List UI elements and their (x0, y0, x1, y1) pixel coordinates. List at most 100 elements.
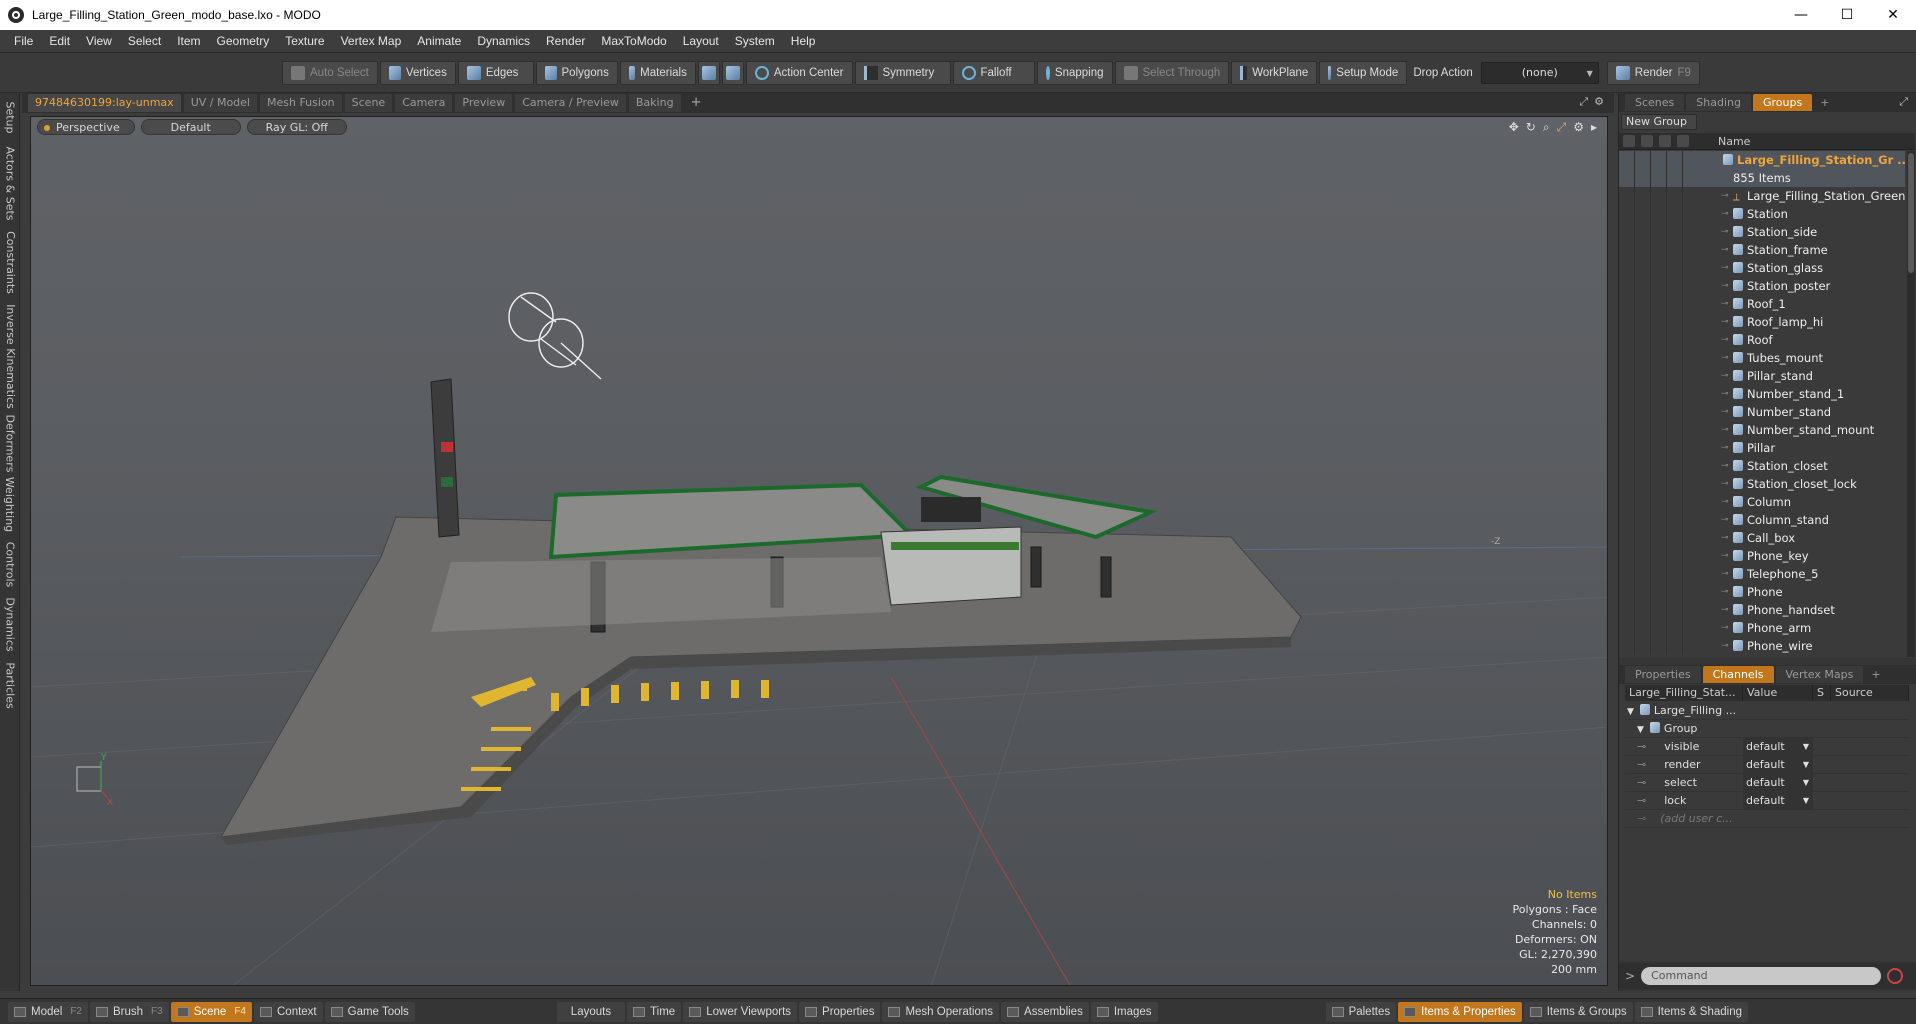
scene-layout-button[interactable]: Scene F4 (170, 1001, 252, 1022)
workplane-button[interactable]: WorkPlane (1231, 60, 1318, 85)
expand-icon[interactable]: ⤢ (1899, 95, 1908, 109)
tab-channels[interactable]: Channels (1702, 666, 1774, 683)
visible-value-select[interactable]: default ▼ (1743, 738, 1813, 755)
auto-select-button[interactable]: Auto Select (282, 60, 378, 85)
visibility-header-icon[interactable] (1623, 135, 1635, 147)
tab-scenes[interactable]: Scenes (1625, 94, 1685, 111)
stop-icon[interactable] (1887, 968, 1904, 984)
list-item[interactable]: ⊸ Station_side (1619, 223, 1905, 241)
materials-button[interactable]: Materials (619, 60, 696, 85)
channel-root-row[interactable]: ▼ Large_Filling ... (1625, 702, 1909, 720)
channel-row-select[interactable]: ⊸ select default ▼ (1625, 774, 1909, 792)
tab-uv-model[interactable]: UV / Model (183, 94, 257, 112)
menu-select[interactable]: Select (120, 30, 169, 53)
setup-mode-button[interactable]: Setup Mode (1319, 60, 1408, 85)
center-toggle-button[interactable] (721, 60, 744, 85)
tab-particles[interactable]: Particles (0, 657, 20, 713)
time-button[interactable]: Time (627, 1001, 682, 1022)
tab-camera[interactable]: Camera (395, 94, 453, 112)
scrollbar-thumb[interactable] (1908, 153, 1914, 273)
render-header-icon[interactable] (1641, 135, 1653, 147)
list-item[interactable]: ⊸ Station_closet (1619, 457, 1905, 475)
tab-scene[interactable]: Scene (344, 94, 393, 112)
symmetry-button[interactable]: Symmetry (854, 60, 951, 85)
group-row[interactable]: Large_Filling_Station_Gr ... (1619, 151, 1905, 169)
list-item[interactable]: ⊸ Station_frame (1619, 241, 1905, 259)
select-through-button[interactable]: Select Through (1114, 60, 1230, 85)
channel-row-visible[interactable]: ⊸ visible default ▼ (1625, 738, 1909, 756)
list-item[interactable]: ⊸ Roof (1619, 331, 1905, 349)
3d-viewport[interactable]: Perspective Default Ray GL: Off ✥ ↻ ⌕ ⤢ … (30, 116, 1608, 986)
tab-preview[interactable]: Preview (455, 94, 513, 112)
tab-inverse-kinematics[interactable]: Inverse Kinematics (0, 301, 20, 411)
falloff-button[interactable]: Falloff (952, 60, 1035, 85)
lower-viewports-button[interactable]: Lower Viewports (683, 1001, 798, 1022)
select-header-icon[interactable] (1677, 135, 1689, 147)
tab-deformers[interactable]: Deformers (0, 414, 20, 472)
list-item[interactable]: ⊸ Column_stand (1619, 511, 1905, 529)
list-item[interactable]: ⊸ Phone (1619, 583, 1905, 601)
list-item[interactable]: ⊸ Tubes_mount (1619, 349, 1905, 367)
menu-dynamics[interactable]: Dynamics (469, 30, 538, 53)
list-item[interactable]: ⊸ Column (1619, 493, 1905, 511)
menu-maxtomodo[interactable]: MaxToModo (593, 30, 674, 53)
tab-vertex-maps[interactable]: Vertex Maps (1775, 666, 1864, 683)
tab-camera-preview[interactable]: Camera / Preview (515, 94, 626, 112)
minimize-button[interactable]: — (1778, 0, 1824, 30)
render-value-select[interactable]: default ▼ (1743, 756, 1813, 773)
list-item[interactable]: ⊸ Phone_arm (1619, 619, 1905, 637)
add-lower-tab-button[interactable]: + (1865, 666, 1886, 683)
tab-actors-sets[interactable]: Actors & Sets (0, 143, 20, 223)
menu-view[interactable]: View (78, 30, 120, 53)
list-item[interactable]: ⊸ Phone_handset (1619, 601, 1905, 619)
layouts-button[interactable]: Layouts (556, 1001, 626, 1022)
items-groups-button[interactable]: Items & Groups (1523, 1001, 1633, 1022)
list-item[interactable]: ⊸ ⟂ Large_Filling_Station_Green (1619, 187, 1905, 205)
channel-row-render[interactable]: ⊸ render default ▼ (1625, 756, 1909, 774)
menu-item[interactable]: Item (169, 30, 208, 53)
tab-controls[interactable]: Controls (0, 537, 20, 591)
move-view-icon[interactable]: ✥ (1509, 120, 1519, 135)
list-item[interactable]: ⊸ Roof_1 (1619, 295, 1905, 313)
rotate-view-icon[interactable]: ↻ (1526, 120, 1536, 135)
new-group-button[interactable]: New Group (1621, 114, 1697, 130)
edges-button[interactable]: Edges (457, 60, 534, 85)
list-item[interactable]: ⊸ Station_glass (1619, 259, 1905, 277)
raygl-dropdown[interactable]: Ray GL: Off (246, 119, 347, 135)
menu-render[interactable]: Render (538, 30, 593, 53)
channel-name-header[interactable]: Large_Filling_Stat... (1625, 685, 1743, 701)
select-value-select[interactable]: default ▼ (1743, 774, 1813, 791)
gear-icon[interactable]: ⚙ (1594, 95, 1604, 109)
fit-view-icon[interactable]: ⤢ (1557, 120, 1567, 135)
pivot-toggle-button[interactable] (697, 60, 720, 85)
model-layout-button[interactable]: Model F2 (8, 1001, 88, 1022)
items-shading-button[interactable]: Items & Shading (1634, 1001, 1748, 1022)
viewport-menu-icon[interactable]: ▸ (1591, 120, 1597, 135)
mesh-operations-button[interactable]: Mesh Operations (882, 1001, 1000, 1022)
action-center-button[interactable]: Action Center (745, 60, 853, 85)
groups-scrollbar[interactable] (1907, 151, 1915, 657)
lock-value-select[interactable]: default ▼ (1743, 792, 1813, 809)
menu-help[interactable]: Help (783, 30, 824, 53)
add-panel-tab-button[interactable]: + (1814, 94, 1835, 111)
tab-groups[interactable]: Groups (1752, 94, 1813, 111)
shading-dropdown[interactable]: Default (140, 119, 241, 135)
palettes-button[interactable]: Palettes (1325, 1001, 1397, 1022)
maximize-button[interactable]: ☐ (1824, 0, 1870, 30)
context-layout-button[interactable]: Context (254, 1001, 323, 1022)
tab-baking[interactable]: Baking (628, 94, 681, 112)
channel-group-row[interactable]: ▼ Group (1625, 720, 1909, 738)
menu-texture[interactable]: Texture (277, 30, 332, 53)
drop-action-select[interactable]: (none) ▼ (1480, 61, 1599, 84)
assemblies-button[interactable]: Assemblies (1001, 1001, 1089, 1022)
tab-layout-unmax[interactable]: 97484630199:lay-unmax (28, 94, 181, 112)
tab-mesh-fusion[interactable]: Mesh Fusion (260, 94, 342, 112)
lock-header-icon[interactable] (1659, 135, 1671, 147)
menu-file[interactable]: File (6, 30, 41, 53)
vertices-button[interactable]: Vertices (379, 60, 456, 85)
tab-weighting[interactable]: Weighting (0, 475, 20, 533)
viewport-gear-icon[interactable]: ⚙ (1573, 120, 1584, 135)
zoom-view-icon[interactable]: ⌕ (1543, 120, 1550, 135)
projection-dropdown[interactable]: Perspective (37, 119, 135, 135)
list-item[interactable]: ⊸ Station_poster (1619, 277, 1905, 295)
